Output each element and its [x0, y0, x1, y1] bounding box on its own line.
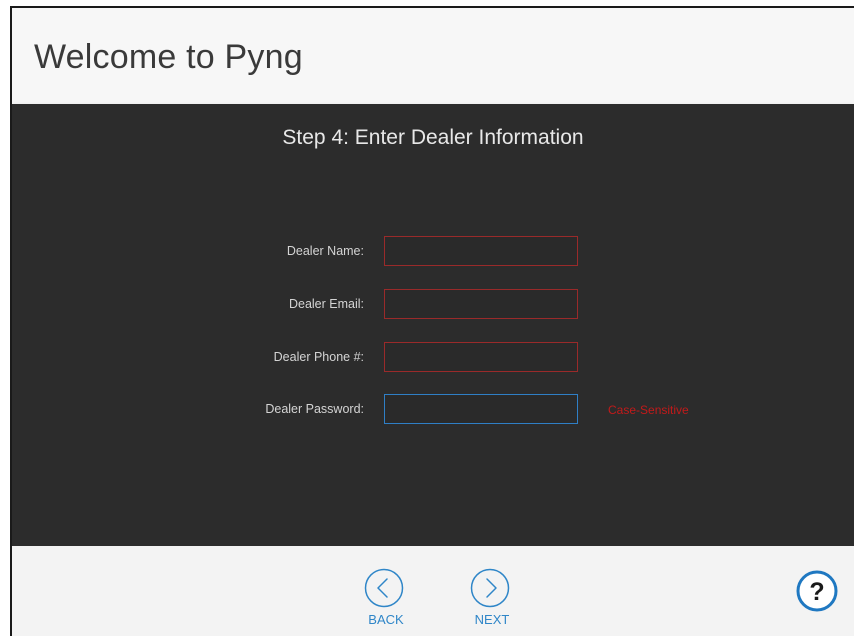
step-title: Step 4: Enter Dealer Information — [282, 126, 584, 149]
help-button[interactable]: ? — [796, 570, 838, 612]
header: Welcome to Pyng — [12, 8, 854, 104]
dealer-password-label: Dealer Password: — [265, 402, 364, 416]
question-circle-icon: ? — [796, 570, 838, 612]
back-button[interactable]: BACK — [362, 568, 412, 636]
setup-panel: Step 4: Enter Dealer Information Dealer … — [12, 104, 854, 546]
dealer-password-input[interactable] — [384, 394, 578, 424]
dealer-email-row: Dealer Email: — [12, 289, 854, 321]
dealer-name-input[interactable] — [384, 236, 578, 266]
dealer-phone-input[interactable] — [384, 342, 578, 372]
footer-nav: BACK NEXT ? — [12, 546, 854, 636]
app-window: Welcome to Pyng Step 4: Enter Dealer Inf… — [10, 6, 854, 636]
chevron-left-circle-icon — [364, 568, 404, 608]
dealer-name-row: Dealer Name: — [12, 236, 854, 268]
next-label: NEXT — [474, 612, 510, 627]
help-glyph: ? — [809, 578, 824, 606]
back-label: BACK — [368, 612, 404, 627]
case-sensitive-hint: Case-Sensitive — [608, 403, 689, 417]
dealer-phone-label: Dealer Phone #: — [273, 350, 364, 364]
dealer-phone-row: Dealer Phone #: — [12, 342, 854, 374]
next-button[interactable]: NEXT — [468, 568, 518, 636]
dealer-password-row: Dealer Password: Case-Sensitive — [12, 394, 854, 426]
chevron-right-circle-icon — [470, 568, 510, 608]
dealer-email-input[interactable] — [384, 289, 578, 319]
dealer-email-label: Dealer Email: — [288, 297, 364, 311]
dealer-name-label: Dealer Name: — [286, 244, 364, 258]
page-title: Welcome to Pyng — [34, 38, 303, 76]
